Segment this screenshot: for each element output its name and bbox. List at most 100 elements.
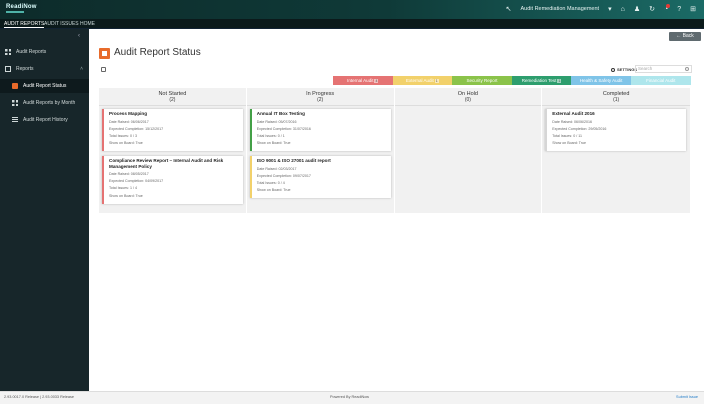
history-icon[interactable]: ↻: [649, 5, 655, 14]
legend-internal-audit[interactable]: Internal Audit 4: [333, 76, 393, 85]
help-icon[interactable]: ?: [677, 5, 681, 14]
report-card[interactable]: Process Mapping Date Raised: 06/06/2017 …: [102, 109, 243, 152]
card-date-raised: Date Raised: 06/06/2016: [552, 119, 593, 124]
column-header: Not Started (2): [99, 88, 246, 106]
back-label: Back: [682, 33, 694, 39]
folder-icon: [5, 66, 11, 72]
card-show-on-board: Show on Board: True: [109, 193, 143, 198]
settings-label: SETTINGS: [617, 67, 638, 72]
back-button[interactable]: ← Back: [669, 32, 701, 41]
card-date-raised: Date Raised: 02/03/2017: [256, 166, 297, 171]
sidebar-item-label: Audit Report History: [23, 117, 68, 123]
card-title: External Audit 2016: [552, 111, 595, 116]
legend-external-audit[interactable]: External Audit 1: [392, 76, 453, 85]
column-header: Completed (1): [542, 88, 690, 106]
legend-remediation-test[interactable]: Remediation Test 1: [511, 76, 572, 85]
column-header: In Progress (2): [246, 88, 394, 106]
legend-security-report[interactable]: Security Report: [452, 76, 512, 85]
settings-button[interactable]: SETTINGS: [611, 67, 637, 72]
card-total-issues: Total Issues: 1 / 4: [109, 186, 137, 191]
app-logo[interactable]: ReadiNow: [6, 4, 37, 10]
sidebar-item-audit-report-status[interactable]: Audit Report Status: [0, 79, 89, 93]
print-icon[interactable]: [101, 67, 106, 72]
card-title: ISO 9001 & ISO 27001 audit report: [256, 158, 331, 163]
card-title: Annual IT Box Testing: [256, 111, 305, 116]
card-total-issues: Total Issues: 0 / 4: [256, 180, 285, 185]
column-count: (2): [317, 97, 324, 103]
top-bar: ReadiNow ↖ Audit Remediation Management …: [0, 0, 704, 19]
card-expected-completion: Expected Completion: 29/05/2016: [552, 126, 607, 131]
tab-audit-reports[interactable]: AUDIT REPORTS: [4, 21, 45, 28]
sidebar: ‹ Audit Reports Reports ˄ Audit Report S…: [0, 29, 89, 391]
apps-grid-icon[interactable]: ⊞: [690, 5, 696, 14]
legend: Internal Audit 4 External Audit 1 Security…: [333, 76, 691, 85]
top-icons: ↖ Audit Remediation Management ▾ ⌂ ♟ ↻ ◔…: [506, 4, 696, 14]
gear-icon: [611, 67, 615, 72]
card-total-issues: Total Issues: 0 / 1: [256, 133, 285, 138]
card-total-issues: Total Issues: 0 / 11: [552, 133, 582, 138]
home-icon[interactable]: ⌂: [621, 5, 625, 14]
list-icon: [12, 117, 18, 123]
column-completed: Completed (1) External Audit 2016 Date R…: [542, 88, 690, 213]
legend-count: 1: [557, 78, 562, 83]
report-card[interactable]: Annual IT Box Testing Date Raised: 05/07…: [249, 109, 391, 152]
card-expected-completion: Expected Completion: 15/12/2017: [109, 126, 164, 131]
card-date-raised: Date Raised: 08/05/2017: [109, 172, 149, 176]
report-card[interactable]: Compliance Review Report – Internal Audi…: [102, 156, 243, 204]
card-show-on-board: Show on Board: True: [109, 141, 143, 146]
tab-home[interactable]: HOME: [80, 21, 95, 27]
chevron-up-icon: ˄: [80, 66, 83, 72]
card-expected-completion: Expected Completion: 09/07/2017: [256, 173, 311, 178]
legend-count: 1: [434, 78, 439, 83]
sidebar-item-audit-reports[interactable]: Audit Reports: [0, 45, 89, 59]
legend-health-safety-audit[interactable]: Health & Safety Audit: [571, 76, 631, 85]
card-date-raised: Date Raised: 05/07/2016: [256, 119, 297, 124]
card-title: Process Mapping: [109, 111, 148, 116]
sidebar-item-label: Audit Reports by Month: [23, 100, 76, 106]
app-dropdown-icon[interactable]: ▾: [608, 5, 612, 14]
column-count: (1): [613, 97, 620, 103]
page-title: Audit Report Status: [114, 47, 201, 58]
sidebar-item-audit-report-history[interactable]: Audit Report History: [0, 113, 89, 127]
column-in-progress: In Progress (2) Annual IT Box Testing Da…: [246, 88, 395, 213]
main-content: ← Back Audit Report Status SETTINGS Sear…: [89, 29, 704, 391]
submit-issue-link[interactable]: Submit Issue: [676, 395, 698, 399]
legend-count: 4: [374, 78, 379, 83]
card-expected-completion: Expected Completion: 04/09/2017: [109, 179, 164, 184]
app-title[interactable]: Audit Remediation Management: [521, 5, 600, 14]
search-input[interactable]: Search: [635, 65, 692, 73]
legend-label: Financial Audit: [646, 78, 676, 83]
column-count: (0): [464, 97, 471, 103]
footer: 2.93.0017.0 Release | 2.93.0033 Release …: [0, 391, 704, 404]
tab-audit-issues[interactable]: AUDIT ISSUES: [44, 21, 79, 27]
kanban-board: Not Started (2) Process Mapping Date Rai…: [99, 88, 690, 213]
card-total-issues: Total Issues: 0 / 3: [109, 133, 137, 138]
search-placeholder: Search: [638, 66, 653, 71]
report-card[interactable]: External Audit 2016 Date Raised: 06/06/2…: [545, 109, 687, 152]
report-icon: [12, 83, 18, 89]
powered-by: Powered By ReadiNow: [330, 395, 370, 399]
column-on-hold: On Hold (0): [394, 88, 543, 213]
legend-financial-audit[interactable]: Financial Audit: [630, 76, 691, 85]
notification-icon[interactable]: ◔: [664, 4, 671, 14]
card-title: Compliance Review Report – Internal Audi…: [109, 158, 224, 169]
sidebar-item-label: Audit Reports: [16, 49, 47, 55]
nav-bar: AUDIT REPORTS AUDIT ISSUES HOME: [0, 19, 704, 29]
card-date-raised: Date Raised: 06/06/2017: [109, 119, 149, 124]
column-count: (2): [169, 97, 176, 103]
user-icon[interactable]: ♟: [634, 5, 640, 14]
grid-icon: [12, 100, 18, 106]
grid-icon: [5, 49, 11, 55]
column-not-started: Not Started (2) Process Mapping Date Rai…: [99, 88, 247, 213]
sidebar-item-audit-reports-by-month[interactable]: Audit Reports by Month: [0, 96, 89, 110]
sidebar-item-label: Reports: [16, 66, 34, 72]
collapse-sidebar-icon[interactable]: ‹: [78, 33, 80, 39]
page-report-icon: [99, 48, 110, 59]
card-show-on-board: Show on Board: True: [256, 188, 291, 193]
report-card[interactable]: ISO 9001 & ISO 27001 audit report Date R…: [249, 156, 391, 199]
navigate-icon[interactable]: ↖: [506, 5, 512, 14]
card-show-on-board: Show on Board: True: [552, 141, 587, 146]
sidebar-item-reports[interactable]: Reports ˄: [0, 62, 89, 76]
legend-label: External Audit: [406, 78, 434, 83]
column-header: On Hold (0): [394, 88, 542, 106]
